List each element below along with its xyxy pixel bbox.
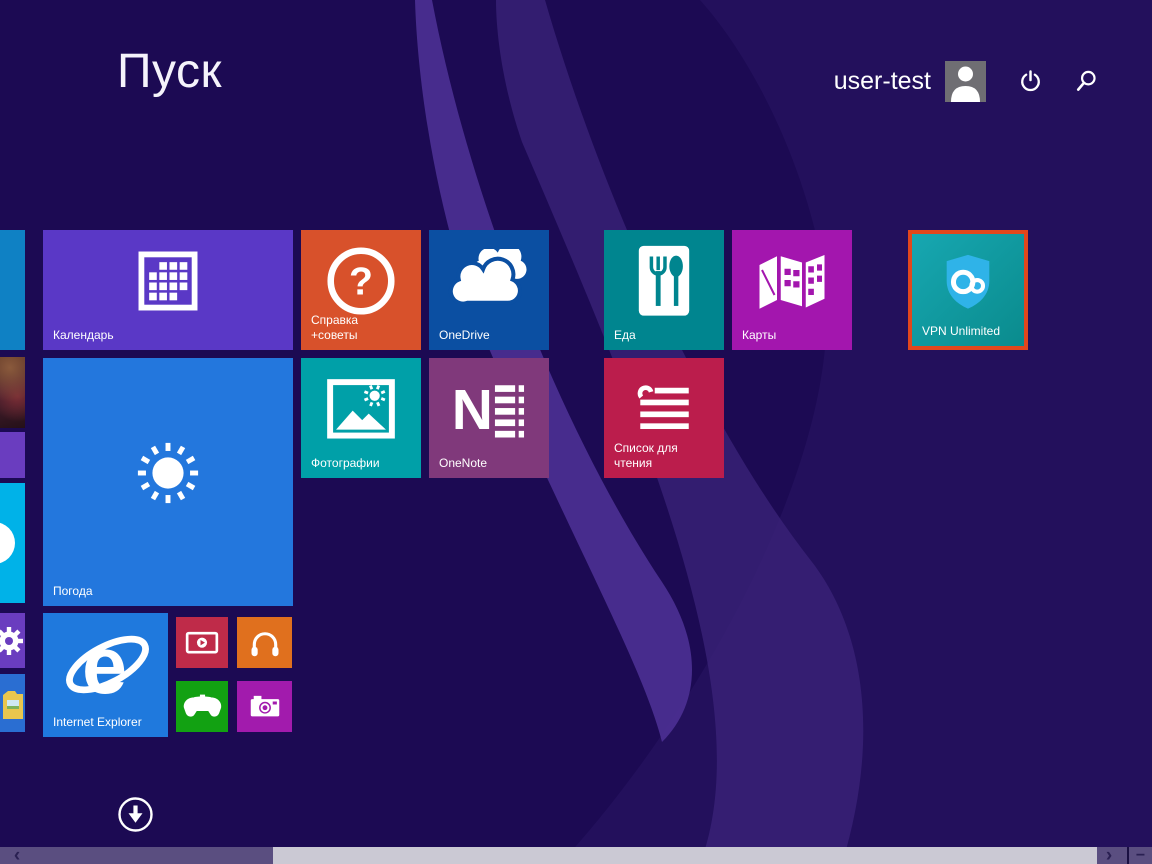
games-icon — [182, 693, 223, 720]
tile-calendar[interactable]: Календарь — [43, 230, 293, 350]
search-button[interactable] — [1074, 68, 1098, 94]
tile-label: Календарь — [53, 328, 114, 344]
partial-tile-left-purple[interactable] — [0, 432, 25, 478]
maps-icon — [752, 245, 832, 318]
tile-photos[interactable]: Фотографии — [301, 358, 421, 478]
down-arrow-icon — [117, 796, 154, 833]
tile-label: VPN Unlimited — [922, 324, 1000, 340]
svg-text:N: N — [452, 378, 493, 442]
user-tile[interactable]: user-test — [834, 60, 1098, 102]
video-icon — [183, 629, 221, 656]
music-icon — [247, 627, 283, 659]
gear-icon — [0, 613, 25, 668]
folder-icon — [0, 674, 25, 732]
partial-tile-left-cyan[interactable] — [0, 483, 25, 603]
user-name[interactable]: user-test — [834, 67, 931, 96]
food-icon — [633, 242, 695, 320]
tile-label: Список для чтения — [614, 441, 678, 472]
user-avatar[interactable] — [945, 61, 986, 102]
partial-tile-left-settings[interactable] — [0, 613, 25, 668]
svg-text:?: ? — [349, 261, 373, 304]
help-icon: ? — [323, 243, 399, 319]
power-icon — [1019, 69, 1042, 94]
tile-music[interactable] — [237, 617, 292, 668]
blob-icon — [0, 483, 25, 603]
tile-video[interactable] — [176, 617, 228, 668]
tile-help-tips[interactable]: ? Справка +советы — [301, 230, 421, 350]
tile-label: Погода — [53, 584, 93, 600]
tile-onenote[interactable]: N OneNote — [429, 358, 549, 478]
tile-vpn-unlimited[interactable]: VPN Unlimited — [908, 230, 1028, 350]
tile-label: Фотографии — [311, 456, 380, 472]
tile-label: Еда — [614, 328, 636, 344]
apps-view-button[interactable] — [117, 796, 154, 833]
reading-icon — [631, 379, 697, 439]
search-icon — [1075, 69, 1098, 93]
partial-tile-left-photo[interactable] — [0, 357, 25, 428]
tile-onedrive[interactable]: OneDrive — [429, 230, 549, 350]
calendar-icon — [131, 244, 205, 318]
page-title: Пуск — [117, 48, 222, 96]
horizontal-scrollbar[interactable]: ‹ › − — [0, 847, 1152, 864]
tile-label: OneNote — [439, 456, 487, 472]
tile-internet-explorer[interactable]: e Internet Explorer — [43, 613, 168, 737]
semantic-zoom-button[interactable]: − — [1127, 847, 1152, 864]
scrollbar-thumb[interactable] — [273, 847, 1097, 864]
weather-icon — [125, 430, 211, 516]
onedrive-icon — [446, 249, 532, 314]
camera-icon — [246, 692, 284, 721]
person-icon — [945, 61, 986, 102]
scroll-right-arrow[interactable]: › — [1096, 847, 1122, 864]
tile-camera[interactable] — [237, 681, 292, 732]
partial-tile-left-blue[interactable] — [0, 230, 25, 350]
tile-maps[interactable]: Карты — [732, 230, 852, 350]
vpn-icon — [937, 250, 999, 312]
tile-label: OneDrive — [439, 328, 490, 344]
tile-games[interactable] — [176, 681, 228, 732]
ie-icon: e — [58, 618, 154, 714]
scroll-left-arrow[interactable]: ‹ — [4, 847, 30, 864]
photos-icon — [323, 375, 399, 444]
tile-label: Справка +советы — [311, 313, 358, 344]
power-button[interactable] — [1018, 68, 1042, 94]
tile-weather[interactable]: Погода — [43, 358, 293, 606]
onenote-icon: N — [451, 371, 527, 447]
tile-food[interactable]: Еда — [604, 230, 724, 350]
tile-label: Internet Explorer — [53, 715, 142, 731]
start-screen: Пуск user-test Календарь? Справка +советы… — [0, 0, 1152, 864]
svg-text:e: e — [81, 621, 126, 711]
tile-label: Карты — [742, 328, 776, 344]
partial-tile-left-folder[interactable] — [0, 674, 25, 732]
tile-reading-list[interactable]: Список для чтения — [604, 358, 724, 478]
